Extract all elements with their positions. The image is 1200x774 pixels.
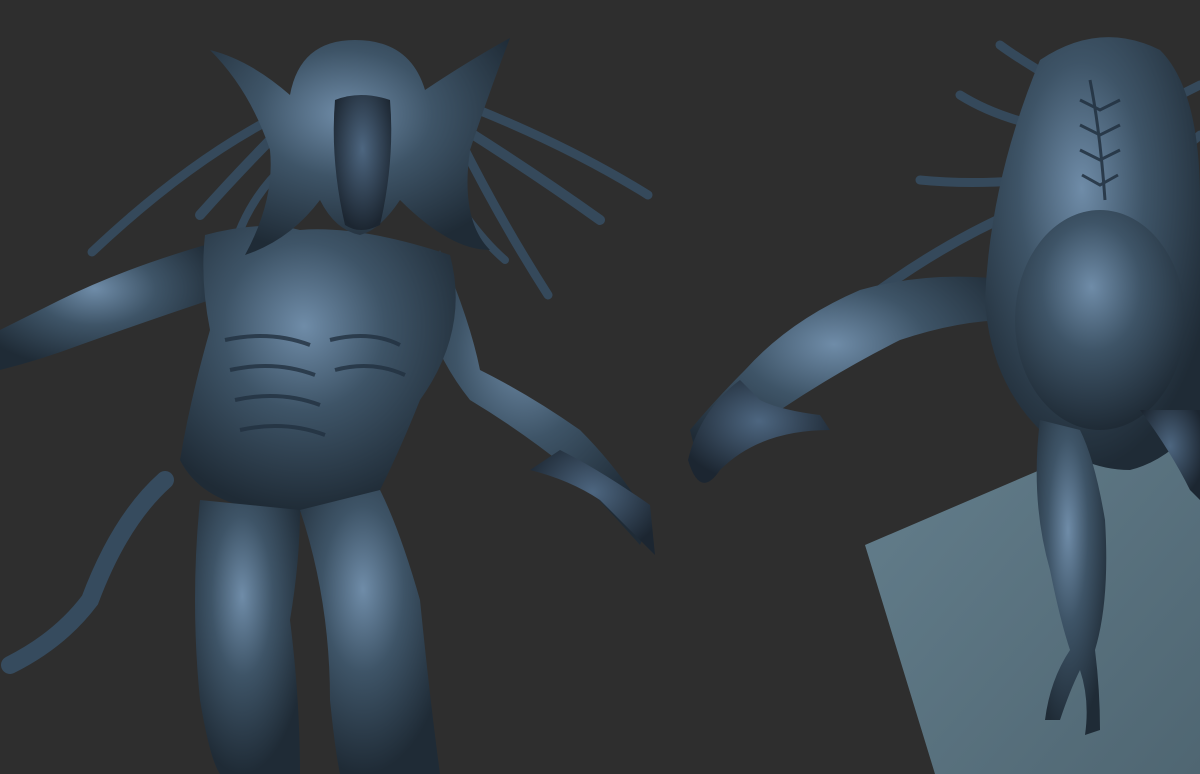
front-torso: [180, 226, 456, 513]
front-snout: [333, 95, 392, 230]
sculpt-render: [0, 37, 1200, 774]
front-left-arm: [0, 245, 210, 370]
front-tail: [1, 471, 174, 674]
top-head-dome: [1015, 210, 1185, 430]
front-view-creature: [0, 38, 655, 774]
viewport: [0, 0, 1200, 774]
front-right-leg: [300, 490, 440, 774]
top-view-creature: [688, 37, 1200, 774]
front-left-leg: [195, 500, 300, 774]
